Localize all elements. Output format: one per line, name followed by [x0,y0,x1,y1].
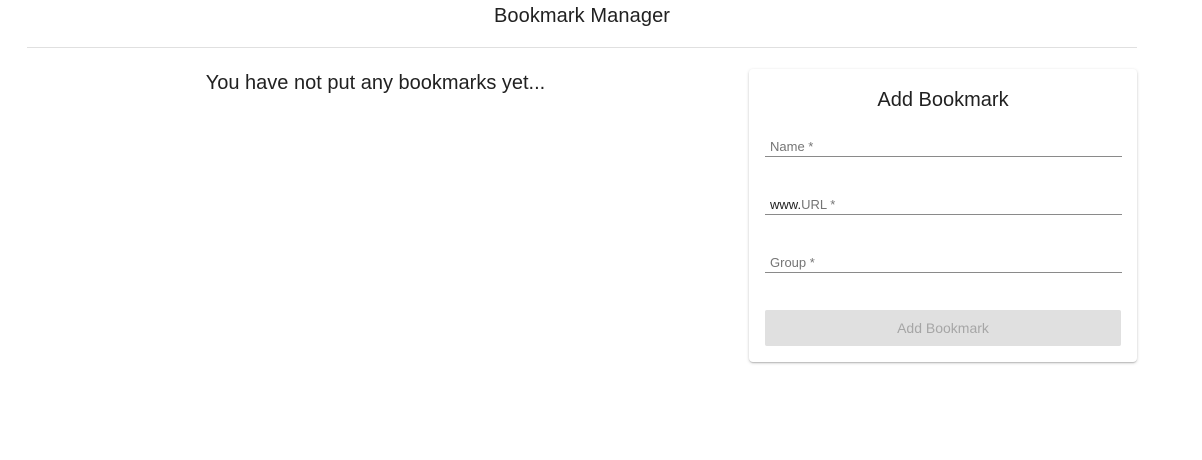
url-field[interactable]: www.URL * [765,191,1122,215]
group-input[interactable] [765,249,1122,272]
name-field[interactable]: Name * [765,133,1122,157]
name-input[interactable] [765,133,1122,156]
add-bookmark-card: Add Bookmark Name * www.URL * Group * Ad… [749,69,1137,362]
app-header: Bookmark Manager [27,0,1137,48]
url-input[interactable] [765,191,1122,214]
group-field[interactable]: Group * [765,249,1122,273]
app-title: Bookmark Manager [493,5,671,27]
add-bookmark-title: Add Bookmark [877,89,1009,111]
add-bookmark-button[interactable]: Add Bookmark [765,310,1121,346]
empty-bookmarks-message: You have not put any bookmarks yet... [205,72,546,94]
app-root: Bookmark Manager You have not put any bo… [0,0,1202,460]
